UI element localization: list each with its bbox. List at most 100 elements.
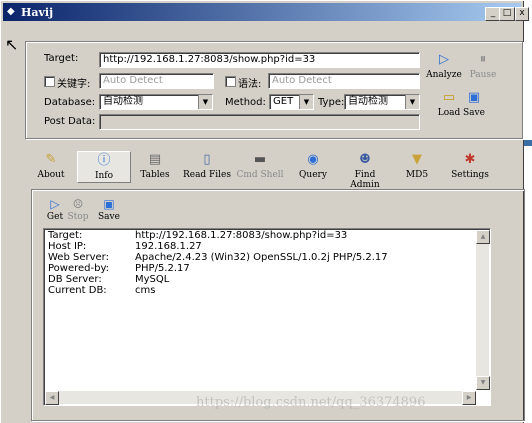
info-key: Powered-by: (48, 263, 110, 274)
scroll-up-icon[interactable]: ▲ (476, 230, 490, 244)
database-value: 自动检测 (103, 96, 143, 107)
load-button[interactable]: ▭ Load (436, 90, 462, 119)
save-button[interactable]: ▣ Save (461, 90, 487, 119)
md5-icon: ▼ (412, 152, 422, 167)
window-title: Havij (21, 6, 54, 19)
save-disk-icon: ▣ (467, 90, 481, 105)
nav-info-button[interactable]: ⓘ Info (77, 151, 131, 183)
info-row: Powered-by: PHP/5.2.17 (48, 263, 190, 274)
pause-button[interactable]: ⏸ Pause (467, 52, 499, 81)
nav-find-admin-button[interactable]: ☻ Find Admin (339, 152, 391, 191)
nav-about-button[interactable]: ✎ About (35, 152, 67, 181)
info-value: Apache/2.4.23 (Win32) OpenSSL/1.0.2j PHP… (135, 252, 388, 263)
load-folder-icon: ▭ (442, 90, 456, 105)
scroll-left-icon[interactable]: ◀ (45, 391, 59, 405)
info-output-textarea[interactable]: Target: http://192.168.1.27:8083/show.php… (43, 228, 491, 406)
nav-info-label: Info (94, 171, 114, 181)
info-row: Target: http://192.168.1.27:8083/show.php… (48, 230, 347, 241)
syntax-input[interactable]: Auto Detect (268, 73, 420, 89)
postdata-label: Post Data: (44, 116, 96, 127)
save-label: Save (463, 108, 485, 118)
info-save-label: Save (98, 212, 120, 222)
nav-read-files-label: Read Files (182, 170, 232, 180)
nav-read-files-button[interactable]: ▯ Read Files (181, 152, 233, 181)
info-value: MySQL (135, 274, 170, 285)
nav-settings-button[interactable]: ✱ Settings (449, 152, 491, 181)
info-row: Web Server: Apache/2.4.23 (Win32) OpenSSL… (48, 252, 388, 263)
pause-label: Pause (469, 70, 497, 80)
nav-query-label: Query (299, 170, 327, 180)
get-label: Get (46, 212, 64, 222)
query-icon: ◉ (307, 152, 319, 167)
scroll-right-icon[interactable]: ▶ (462, 391, 476, 405)
nav-tables-label: Tables (140, 170, 170, 180)
info-value: 192.168.1.27 (135, 241, 202, 252)
info-key: Current DB: (48, 285, 107, 296)
info-key: Target: (48, 230, 83, 241)
nav-find-admin-label: Find Admin (350, 170, 380, 190)
watermark-text: https://blog.csdn.net/qq_36374896 (196, 395, 426, 410)
info-save-button[interactable]: ▣ Save (97, 197, 121, 222)
database-label: Database: (44, 97, 96, 108)
info-save-disk-icon: ▣ (103, 197, 115, 211)
nav-md5-label: MD5 (405, 170, 429, 180)
keyword-checkbox[interactable] (44, 76, 55, 87)
method-dropdown-arrow-icon[interactable]: ▼ (299, 95, 313, 109)
nav-settings-label: Settings (451, 170, 489, 180)
info-value: PHP/5.2.17 (135, 263, 190, 274)
syntax-label: 语法: (238, 79, 262, 90)
syntax-checkbox[interactable] (225, 76, 236, 87)
type-select[interactable]: 自动检测 ▼ (344, 94, 420, 110)
title-bar[interactable]: ◆ Havij _ □ x (3, 3, 529, 21)
about-icon: ✎ (45, 152, 57, 167)
database-select[interactable]: 自动检测 ▼ (99, 94, 213, 110)
stop-icon: ☹ (72, 197, 84, 211)
type-dropdown-arrow-icon[interactable]: ▼ (405, 95, 419, 109)
desktop-strip (524, 140, 532, 146)
info-icon: ⓘ (97, 153, 111, 168)
tables-icon: ▤ (148, 152, 162, 167)
type-value: 自动检测 (348, 96, 388, 107)
analyze-label: Analyze (426, 70, 462, 80)
havij-window: ◆ Havij _ □ x ↖ Target: http://192.168.1… (0, 0, 529, 423)
vertical-scrollbar[interactable]: ▲ ▼ (476, 230, 490, 390)
keyword-input[interactable]: Auto Detect (99, 73, 214, 89)
nav-cmd-shell-button[interactable]: ▬ Cmd Shell (235, 152, 285, 181)
analyze-icon: ▷ (439, 52, 449, 67)
keyword-label: 关键字: (57, 79, 91, 90)
nav-about-label: About (37, 170, 65, 180)
nav-md5-button[interactable]: ▼ MD5 (405, 152, 429, 181)
method-select[interactable]: GET ▼ (269, 94, 314, 110)
database-dropdown-arrow-icon[interactable]: ▼ (198, 95, 212, 109)
settings-icon: ✱ (464, 152, 476, 167)
close-button[interactable]: x (515, 7, 529, 21)
info-key: Web Server: (48, 252, 109, 263)
info-row: Host IP: 192.168.1.27 (48, 241, 202, 252)
info-value: http://192.168.1.27:8083/show.php?id=33 (135, 230, 348, 241)
stop-label: Stop (67, 212, 89, 222)
info-key: DB Server: (48, 274, 102, 285)
target-input[interactable]: http://192.168.1.27:8083/show.php?id=33 (99, 52, 420, 68)
get-button[interactable]: ▷ Get (45, 197, 65, 222)
info-key: Host IP: (48, 241, 87, 252)
stop-button[interactable]: ☹ Stop (67, 197, 89, 222)
target-label: Target: (44, 53, 79, 64)
read-files-icon: ▯ (203, 152, 211, 167)
postdata-input[interactable] (99, 114, 420, 130)
maximize-button[interactable]: □ (499, 7, 515, 21)
load-label: Load (437, 108, 461, 118)
type-label: Type: (318, 97, 345, 108)
analyze-button[interactable]: ▷ Analyze (426, 52, 462, 81)
nav-query-button[interactable]: ◉ Query (297, 152, 329, 181)
get-icon: ▷ (50, 197, 60, 211)
info-row: Current DB: cms (48, 285, 155, 296)
find-admin-icon: ☻ (359, 152, 371, 167)
scroll-down-icon[interactable]: ▼ (476, 376, 490, 390)
nav-tables-button[interactable]: ▤ Tables (137, 152, 173, 181)
method-label: Method: (225, 97, 266, 108)
cmd-shell-icon: ▬ (253, 152, 267, 167)
pause-icon: ⏸ (479, 52, 487, 67)
method-value: GET (273, 96, 294, 107)
mouse-cursor-icon: ↖ (5, 35, 19, 54)
nav-cmd-shell-label: Cmd Shell (236, 170, 284, 180)
